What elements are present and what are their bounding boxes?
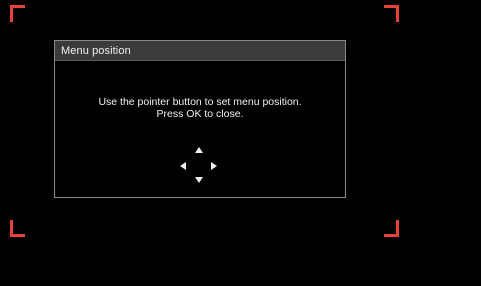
dialog-header: Menu position [55, 41, 345, 61]
camera-screen: Menu position Use the pointer button to … [0, 0, 481, 286]
close-instruction-text: Press OK to close. [156, 108, 244, 120]
arrow-right-icon[interactable] [211, 162, 217, 170]
arrow-left-icon[interactable] [180, 162, 186, 170]
dialog-body: Use the pointer button to set menu posit… [55, 61, 345, 198]
arrow-down-icon[interactable] [195, 177, 203, 183]
dialog-title: Menu position [61, 44, 131, 57]
corner-marker-top-right [384, 5, 399, 22]
arrow-up-icon[interactable] [195, 147, 203, 153]
corner-marker-bottom-right [384, 220, 399, 237]
pointer-button-indicator[interactable] [179, 147, 219, 187]
menu-position-dialog[interactable]: Menu position Use the pointer button to … [54, 40, 346, 198]
corner-marker-top-left [10, 5, 25, 22]
corner-marker-bottom-left [10, 220, 25, 237]
